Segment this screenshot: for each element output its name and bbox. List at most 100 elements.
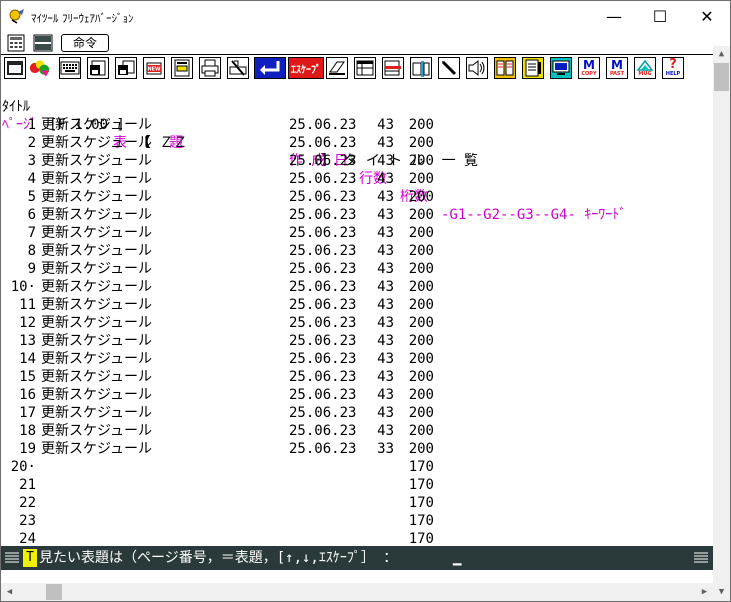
row-title: 更新スケジュール (41, 279, 153, 295)
row-page-number: 14 (19, 351, 36, 367)
row-date: 25.06.23 (289, 369, 357, 385)
toolbar: NEW ｴｽｹｰﾌﾟ M COPY M PAST MUG ? HELP (1, 54, 713, 82)
printer-icon[interactable] (199, 57, 221, 79)
row-title: 更新スケジュール (41, 369, 153, 385)
close-button[interactable]: ✕ (684, 1, 730, 32)
row-title: 更新スケジュール (41, 135, 153, 151)
row-date: 25.06.23 (289, 387, 357, 403)
document-icon[interactable] (171, 57, 193, 79)
pen-icon[interactable] (438, 57, 460, 79)
mug-button-sub: MUG (638, 71, 652, 77)
row-column-width: 200 (408, 243, 434, 259)
escape-button[interactable]: ｴｽｹｰﾌﾟ (288, 57, 324, 79)
row-title: 更新スケジュール (41, 243, 153, 259)
row-page-number: 21 (19, 477, 36, 493)
row-column-width: 200 (408, 153, 434, 169)
scroll-thumb[interactable] (714, 63, 729, 91)
window-title: ﾏｲﾂｰﾙ ﾌﾘｰｳｪｱﾊﾞｰｼﾞｮﾝ (31, 12, 134, 25)
row-date: 25.06.23 (289, 243, 357, 259)
window-icon[interactable] (4, 57, 26, 79)
book-icon[interactable] (494, 57, 516, 79)
split-window-icon[interactable] (33, 34, 53, 52)
help-button[interactable]: ? HELP (662, 57, 684, 79)
copy-button-sub: COPY (581, 70, 597, 77)
row-page-number: 17 (19, 405, 36, 421)
row-date: 25.06.23 (289, 171, 357, 187)
status-key: T (23, 549, 37, 567)
command-menu-button[interactable]: 命令 (61, 34, 109, 52)
row-column-width: 200 (408, 135, 434, 151)
monitor-icon[interactable] (550, 57, 572, 79)
row-column-width: 200 (408, 207, 434, 223)
row-title: 更新スケジュール (41, 225, 153, 241)
row-column-width: 200 (408, 351, 434, 367)
row-page-number: 4 (27, 171, 36, 187)
row-column-width: 200 (408, 117, 434, 133)
list-header-line1: ﾀｲﾄﾙ [F 1.00 ] 【 ＺＺ 】 タ イ ト ル 一 覧 (1, 81, 478, 169)
menu-lines-icon[interactable] (4, 550, 20, 566)
row-line-count: 43 (377, 225, 394, 241)
col-groups: -G1--G2--G3--G4- ｷｰﾜｰﾄﾞ (441, 207, 627, 223)
row-page-number: 13 (19, 333, 36, 349)
row-column-width: 200 (408, 297, 434, 313)
notepad-icon[interactable] (522, 57, 544, 79)
row-title: 更新スケジュール (41, 261, 153, 277)
row-column-width: 200 (408, 279, 434, 295)
eraser-icon[interactable] (326, 57, 348, 79)
row-column-width: 170 (408, 531, 434, 546)
new-page-icon[interactable]: NEW (143, 57, 165, 79)
status-bar: T 見たい表題は（ページ番号，＝表題，[↑,↓,ｴｽｹｰﾌﾟ］ ： ▁ (1, 546, 713, 570)
row-column-width: 170 (408, 495, 434, 511)
row-line-count: 43 (377, 351, 394, 367)
print-preview-icon[interactable] (227, 57, 249, 79)
title-bar: ﾏｲﾂｰﾙ ﾌﾘｰｳｪｱﾊﾞｰｼﾞｮﾝ — ☐ ✕ (1, 1, 730, 32)
input-cursor[interactable]: ▁ (453, 549, 461, 567)
scroll-up-icon[interactable]: ▲ (713, 46, 730, 63)
help-button-sub: HELP (665, 71, 681, 77)
calculator-icon[interactable] (7, 34, 25, 52)
copy-button-label: M (583, 57, 595, 72)
column-headers: ﾍﾟｰｼﾞ 表 題 作 成 日 行数 桁数 -G1--G2--G3--G4- ｷ… (1, 98, 626, 223)
scroll-right-icon[interactable]: ▶ (696, 583, 713, 601)
row-line-count: 43 (377, 135, 394, 151)
scroll-left-icon[interactable]: ◀ (1, 583, 18, 601)
insert-column-icon[interactable] (410, 57, 432, 79)
hscroll-thumb[interactable] (46, 584, 62, 600)
row-page-number: 12 (19, 315, 36, 331)
table-grid-icon[interactable] (354, 57, 376, 79)
scroll-down-icon[interactable]: ▼ (713, 584, 730, 601)
menu-lines-icon-right[interactable] (693, 550, 709, 566)
row-title: 更新スケジュール (41, 117, 153, 133)
vertical-scrollbar[interactable]: ▲ ▼ (713, 46, 730, 601)
row-date: 25.06.23 (289, 441, 357, 457)
row-column-width: 200 (408, 405, 434, 421)
row-date: 25.06.23 (289, 279, 357, 295)
row-title: 更新スケジュール (41, 441, 153, 457)
insert-row-icon[interactable] (382, 57, 404, 79)
copy-button[interactable]: M COPY (578, 57, 600, 79)
keyboard-icon[interactable] (59, 57, 81, 79)
paste-button[interactable]: M PAST (606, 57, 628, 79)
app-logo-icon (9, 9, 24, 24)
row-title: 更新スケジュール (41, 405, 153, 421)
color-palette-icon[interactable] (29, 57, 51, 79)
row-line-count: 43 (377, 171, 394, 187)
row-title: 更新スケジュール (41, 315, 153, 331)
row-date: 25.06.23 (289, 351, 357, 367)
row-date: 25.06.23 (289, 405, 357, 421)
row-column-width: 170 (408, 513, 434, 529)
paste-button-sub: PAST (609, 70, 625, 77)
disk-save-icon[interactable] (87, 57, 109, 79)
row-page-number: 8 (27, 243, 36, 259)
row-page-number: 3 (27, 153, 36, 169)
maximize-button[interactable]: ☐ (637, 1, 683, 32)
mug-button[interactable]: MUG (634, 57, 656, 79)
horizontal-scrollbar[interactable]: ◀ ▶ (1, 583, 713, 601)
help-button-label: ? (669, 57, 677, 72)
minimize-button[interactable]: — (591, 1, 637, 32)
disk-load-icon[interactable] (115, 57, 137, 79)
row-line-count: 43 (377, 243, 394, 259)
row-line-count: 43 (377, 387, 394, 403)
speaker-icon[interactable] (466, 57, 488, 79)
enter-key-icon[interactable] (254, 57, 286, 79)
